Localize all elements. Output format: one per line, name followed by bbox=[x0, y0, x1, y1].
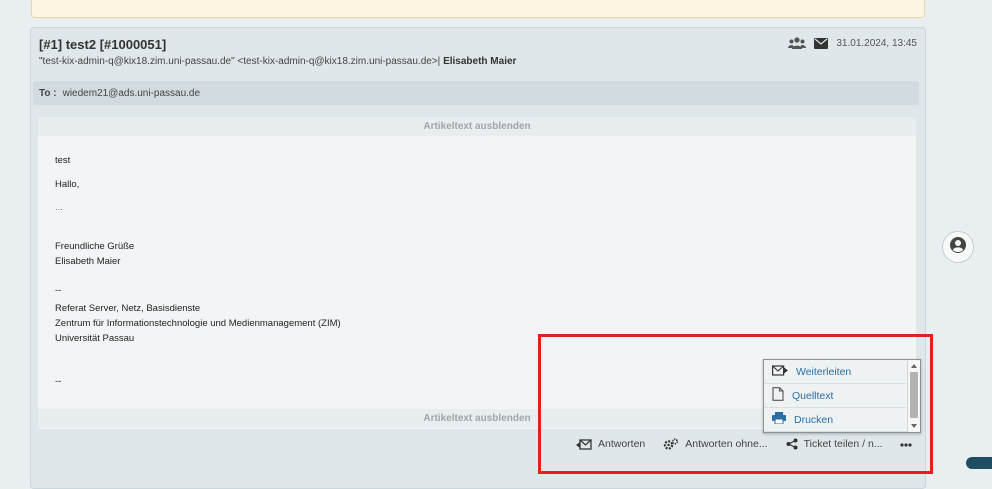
scroll-down-icon[interactable] bbox=[911, 424, 917, 428]
group-icon bbox=[788, 37, 807, 49]
reply-without-label: Antworten ohne... bbox=[685, 438, 768, 450]
reply-icon bbox=[576, 438, 592, 450]
share-icon bbox=[786, 438, 798, 450]
gears-icon bbox=[663, 437, 679, 451]
printer-icon bbox=[772, 412, 786, 427]
reply-label: Antworten bbox=[598, 438, 646, 450]
dropdown-item-label: Weiterleiten bbox=[796, 365, 852, 378]
article-actions: Antworten Antworten ohne... Ticket teile… bbox=[540, 433, 920, 455]
body-line: Freundliche Grüße bbox=[55, 241, 135, 252]
article-datetime: 31.01.2024, 13:45 bbox=[836, 37, 917, 49]
body-line: Universität Passau bbox=[55, 333, 135, 344]
body-line: -- bbox=[55, 376, 62, 387]
body-line: Hallo, bbox=[55, 179, 80, 190]
ellipsis-icon[interactable] bbox=[900, 438, 912, 450]
body-line: ... bbox=[55, 202, 63, 213]
article-author-avatar[interactable] bbox=[942, 231, 974, 263]
body-line: -- bbox=[55, 285, 62, 296]
share-ticket-label: Ticket teilen / n... bbox=[803, 438, 883, 450]
reply-without-button[interactable]: Antworten ohne... bbox=[663, 437, 768, 451]
dropdown-item-forward[interactable]: Weiterleiten bbox=[764, 360, 909, 384]
dropdown-item-print[interactable]: Drucken bbox=[764, 408, 909, 432]
forward-mail-icon bbox=[772, 364, 788, 379]
document-icon bbox=[772, 387, 784, 404]
toggle-article-text-top[interactable]: Artikeltext ausblenden bbox=[38, 117, 916, 136]
to-value: wiedem21@ads.uni-passau.de bbox=[62, 87, 201, 99]
reply-button[interactable]: Antworten bbox=[576, 438, 645, 450]
body-line: Zentrum für Informationstechnologie und … bbox=[55, 318, 341, 329]
article-title: [#1] test2 [#1000051] bbox=[39, 37, 167, 52]
article-meta: 31.01.2024, 13:45 bbox=[788, 36, 917, 50]
body-line: Elisabeth Maier bbox=[55, 256, 121, 267]
sender-name: Elisabeth Maier bbox=[443, 56, 517, 67]
scroll-up-icon[interactable] bbox=[911, 364, 917, 368]
dropdown-scrollbar[interactable] bbox=[907, 360, 920, 432]
from-addresses: "test-kix-admin-q@kix18.zim.uni-passau.d… bbox=[39, 56, 438, 67]
corner-badge bbox=[966, 457, 992, 469]
envelope-icon bbox=[814, 37, 829, 49]
body-line: Referat Server, Netz, Basisdienste bbox=[55, 303, 201, 314]
scrollbar-thumb[interactable] bbox=[910, 372, 918, 418]
dropdown-item-label: Quelltext bbox=[792, 389, 834, 402]
from-separator: | bbox=[437, 56, 441, 67]
body-line: test bbox=[55, 155, 71, 166]
dropdown-item-label: Drucken bbox=[794, 413, 834, 426]
top-banner bbox=[31, 0, 925, 18]
article-from: "test-kix-admin-q@kix18.zim.uni-passau.d… bbox=[39, 56, 516, 67]
dropdown-item-source[interactable]: Quelltext bbox=[764, 384, 909, 408]
to-label: To : bbox=[39, 87, 57, 99]
recipient-row: To : wiedem21@ads.uni-passau.de bbox=[33, 81, 919, 105]
share-ticket-button[interactable]: Ticket teilen / n... bbox=[786, 438, 883, 450]
user-circle-icon bbox=[949, 236, 967, 259]
more-actions-dropdown: Weiterleiten Quelltext Drucken bbox=[763, 359, 921, 433]
